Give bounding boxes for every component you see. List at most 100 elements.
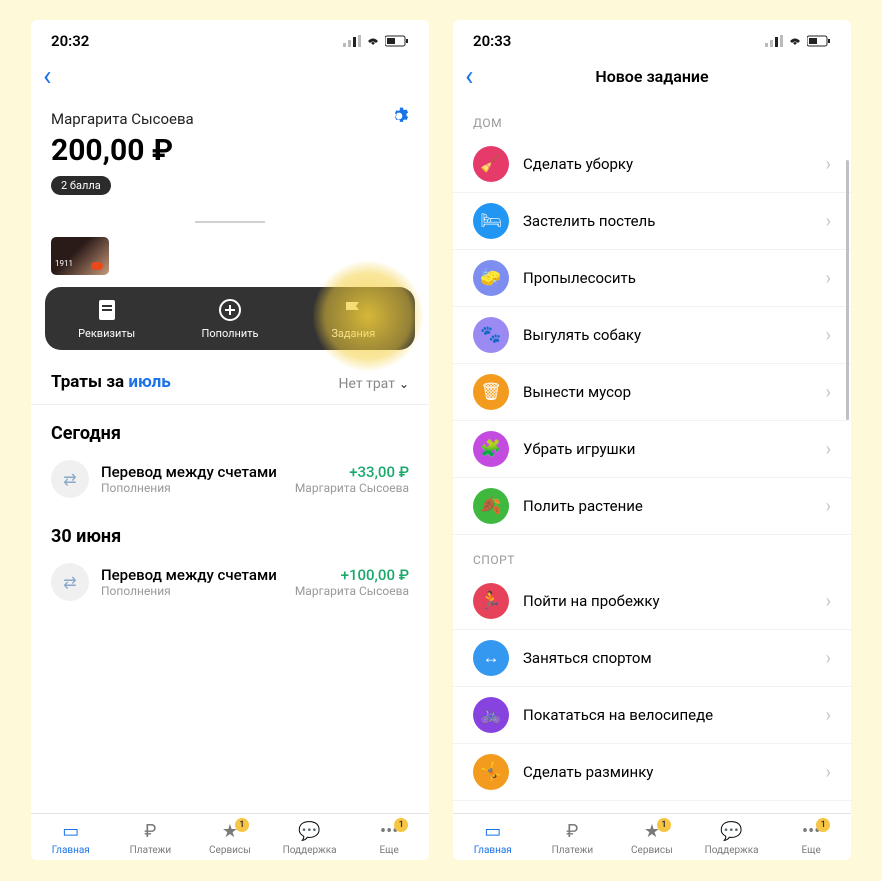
tx-category: Пополнения [101,584,283,598]
task-icon: ↔ [473,640,509,676]
tasks-label: Задания [331,327,375,340]
topup-button[interactable]: Пополнить [169,299,291,340]
balance-amount: 200,00 ₽ [51,133,409,168]
task-list[interactable]: ДОМ 🧹Сделать уборку›🛏Застелить постель›🧽… [453,98,851,813]
section-today: Сегодня [31,405,429,450]
card-icon: ▭ [58,820,84,842]
tab-services[interactable]: ★1Сервисы [612,820,692,856]
transaction-row[interactable]: ⇄ Перевод между счетами Пополнения +100,… [31,553,429,611]
task-icon: 🧽 [473,260,509,296]
tab-main[interactable]: ▭Главная [453,820,533,856]
topup-label: Пополнить [201,327,258,340]
chevron-right-icon: › [826,325,831,346]
tx-category: Пополнения [101,481,283,495]
task-row[interactable]: 🏃Пойти на пробежку› [453,573,851,630]
task-label: Пойти на пробежку [523,592,812,610]
task-row[interactable]: 🗑 Вынести мусор › [453,364,851,421]
task-label: Убрать игрушки [523,440,812,458]
badge-count: 1 [394,818,408,832]
task-icon: 🚲 [473,697,509,733]
task-row[interactable]: 🧩Убрать игрушки› [453,421,851,478]
badge-count: 1 [816,818,830,832]
transfer-icon: ⇄ [51,460,89,498]
badge-count: 1 [657,818,671,832]
points-badge[interactable]: 2 балла [51,176,111,195]
spending-row[interactable]: Траты за июль Нет трат⌄ [31,350,429,405]
wifi-icon [787,35,803,47]
pager-indicator [195,221,265,223]
tab-services[interactable]: ★1Сервисы [190,820,270,856]
nav-bar: ‹ Новое задание [453,58,851,98]
task-row[interactable]: 🍂Полить растение› [453,478,851,535]
tx-title: Перевод между счетами [101,463,283,481]
tab-more[interactable]: •••1Еще [349,820,429,856]
tx-amount: +33,00 ₽ [295,463,409,481]
tab-payments[interactable]: ₽Платежи [533,820,613,856]
task-icon: 🛏 [473,203,509,239]
task-label: Заняться спортом [523,649,812,667]
chevron-right-icon: › [826,211,831,232]
section-date: 30 июня [31,508,429,553]
star-icon: ★1 [217,820,243,842]
tab-payments[interactable]: ₽Платежи [111,820,191,856]
task-row[interactable]: 🐾 Выгулять собаку › [453,307,851,364]
badge-count: 1 [235,818,249,832]
section-home-label: ДОМ [453,98,851,136]
tasks-button[interactable]: Задания [292,299,414,340]
battery-icon [385,35,409,47]
action-bar: Реквизиты Пополнить Задания [45,287,415,350]
task-row[interactable]: 🤸Сделать разминку› [453,744,851,801]
status-time: 20:32 [51,32,89,50]
chevron-right-icon: › [826,382,831,403]
details-button[interactable]: Реквизиты [46,299,168,340]
task-icon: 🐾 [473,317,509,353]
scrollbar[interactable] [846,160,849,420]
back-button[interactable]: ‹ [43,62,51,90]
task-row[interactable]: 🛏 Застелить постель › [453,193,851,250]
document-icon [96,299,118,321]
chat-icon: 💬 [297,820,323,842]
task-row[interactable]: 🧹Сделать уборку› [453,136,851,193]
transaction-row[interactable]: ⇄ Перевод между счетами Пополнения +33,0… [31,450,429,508]
phone-new-task-screen: 20:33 ‹ Новое задание ДОМ 🧹Сделать уборк… [453,20,851,860]
tab-support[interactable]: 💬Поддержка [270,820,350,856]
status-bar: 20:32 [31,20,429,58]
gear-icon [389,106,409,126]
status-bar: 20:33 [453,20,851,58]
chevron-right-icon: › [826,268,831,289]
status-indicators [765,35,831,47]
task-label: Застелить постель [523,212,812,230]
details-label: Реквизиты [78,327,135,340]
phone-main-screen: 20:32 ‹ Маргарита Сысоева 200,00 ₽ 2 бал… [31,20,429,860]
bottom-tabbar: ▭Главная ₽Платежи ★1Сервисы 💬Поддержка •… [31,813,429,860]
ruble-icon: ₽ [559,820,585,842]
tx-from: Маргарита Сысоева [295,584,409,598]
plus-circle-icon [219,299,241,321]
section-sport-label: СПОРТ [453,535,851,573]
task-label: Вынести мусор [523,383,812,401]
task-label: Сделать разминку [523,763,812,781]
tab-more[interactable]: •••1Еще [771,820,851,856]
tab-support[interactable]: 💬Поддержка [692,820,772,856]
flag-icon [342,299,364,321]
card-last4: 1911 [55,259,73,268]
card-thumbnail[interactable]: 1911 [51,237,109,275]
task-icon: 🏃 [473,583,509,619]
main-content: Маргарита Сысоева 200,00 ₽ 2 балла 1911 … [31,98,429,813]
task-label: Покататься на велосипеде [523,706,812,724]
task-label: Выгулять собаку [523,326,812,344]
star-icon: ★1 [639,820,665,842]
chat-icon: 💬 [719,820,745,842]
tab-main[interactable]: ▭Главная [31,820,111,856]
task-row[interactable]: ↔ Заняться спортом › [453,630,851,687]
task-icon: 🗑 [473,374,509,410]
chevron-right-icon: › [826,648,831,669]
battery-icon [807,35,831,47]
settings-button[interactable] [389,106,409,131]
status-indicators [343,35,409,47]
task-row[interactable]: 🚲Покататься на велосипеде› [453,687,851,744]
chevron-right-icon: › [826,439,831,460]
tx-from: Маргарита Сысоева [295,481,409,495]
task-row[interactable]: 🧽Пропылесосить› [453,250,851,307]
chevron-right-icon: › [826,154,831,175]
